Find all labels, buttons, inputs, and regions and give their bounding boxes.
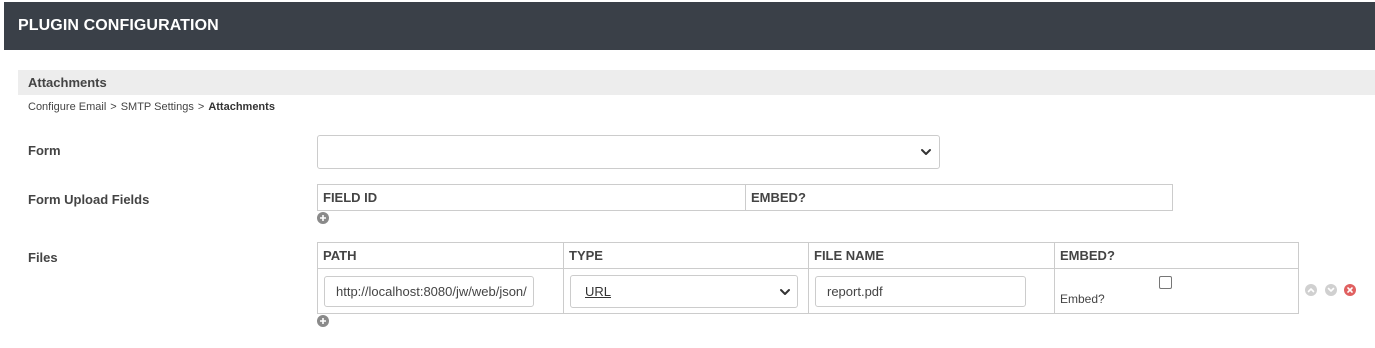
breadcrumb-separator: > xyxy=(110,101,117,113)
column-header-embed: EMBED? xyxy=(745,184,1173,211)
chevron-down-icon xyxy=(780,288,790,295)
move-up-icon[interactable] xyxy=(1305,284,1317,296)
column-header-path: PATH xyxy=(317,242,564,269)
section-title: Attachments xyxy=(28,75,107,90)
breadcrumb-current: Attachments xyxy=(208,101,275,113)
file-name-cell: report.pdf xyxy=(808,268,1055,314)
path-input[interactable]: http://localhost:8080/jw/web/json/ xyxy=(324,275,534,307)
column-header-field-id: FIELD ID xyxy=(317,184,746,211)
form-label: Form xyxy=(28,143,61,158)
add-circle-icon[interactable] xyxy=(317,212,329,224)
page-title: PLUGIN CONFIGURATION xyxy=(18,17,219,34)
embed-checkbox[interactable] xyxy=(1159,276,1172,289)
embed-checkbox-label: Embed? xyxy=(1060,292,1105,306)
type-select-value: URL xyxy=(585,283,612,299)
form-upload-fields-label: Form Upload Fields xyxy=(28,192,150,207)
chevron-down-icon xyxy=(921,149,931,155)
path-cell: http://localhost:8080/jw/web/json/ xyxy=(317,268,564,314)
column-header-embed: EMBED? xyxy=(1054,242,1299,269)
table-row: http://localhost:8080/jw/web/json/ URL r… xyxy=(317,268,1299,314)
breadcrumb: Configure Email > SMTP Settings > Attachment… xyxy=(28,101,275,113)
form-select[interactable] xyxy=(317,135,940,169)
column-header-file-name: FILE NAME xyxy=(808,242,1055,269)
breadcrumb-separator: > xyxy=(197,101,205,113)
add-circle-icon[interactable] xyxy=(317,315,329,327)
page-header: PLUGIN CONFIGURATION xyxy=(4,2,1375,50)
embed-cell: Embed? xyxy=(1054,268,1299,314)
breadcrumb-smtp-settings[interactable]: SMTP Settings xyxy=(121,101,194,113)
type-cell: URL xyxy=(563,268,809,314)
move-down-icon[interactable] xyxy=(1325,284,1337,296)
delete-icon[interactable] xyxy=(1344,284,1356,296)
files-table: PATH TYPE FILE NAME EMBED? http://localh… xyxy=(317,242,1299,314)
form-upload-fields-table: FIELD ID EMBED? xyxy=(317,184,1173,211)
file-name-input[interactable]: report.pdf xyxy=(815,275,1026,307)
files-label: Files xyxy=(28,250,58,265)
breadcrumb-configure-email[interactable]: Configure Email xyxy=(28,101,106,113)
section-header: Attachments xyxy=(18,70,1375,95)
type-select[interactable]: URL xyxy=(570,274,798,308)
column-header-type: TYPE xyxy=(563,242,809,269)
